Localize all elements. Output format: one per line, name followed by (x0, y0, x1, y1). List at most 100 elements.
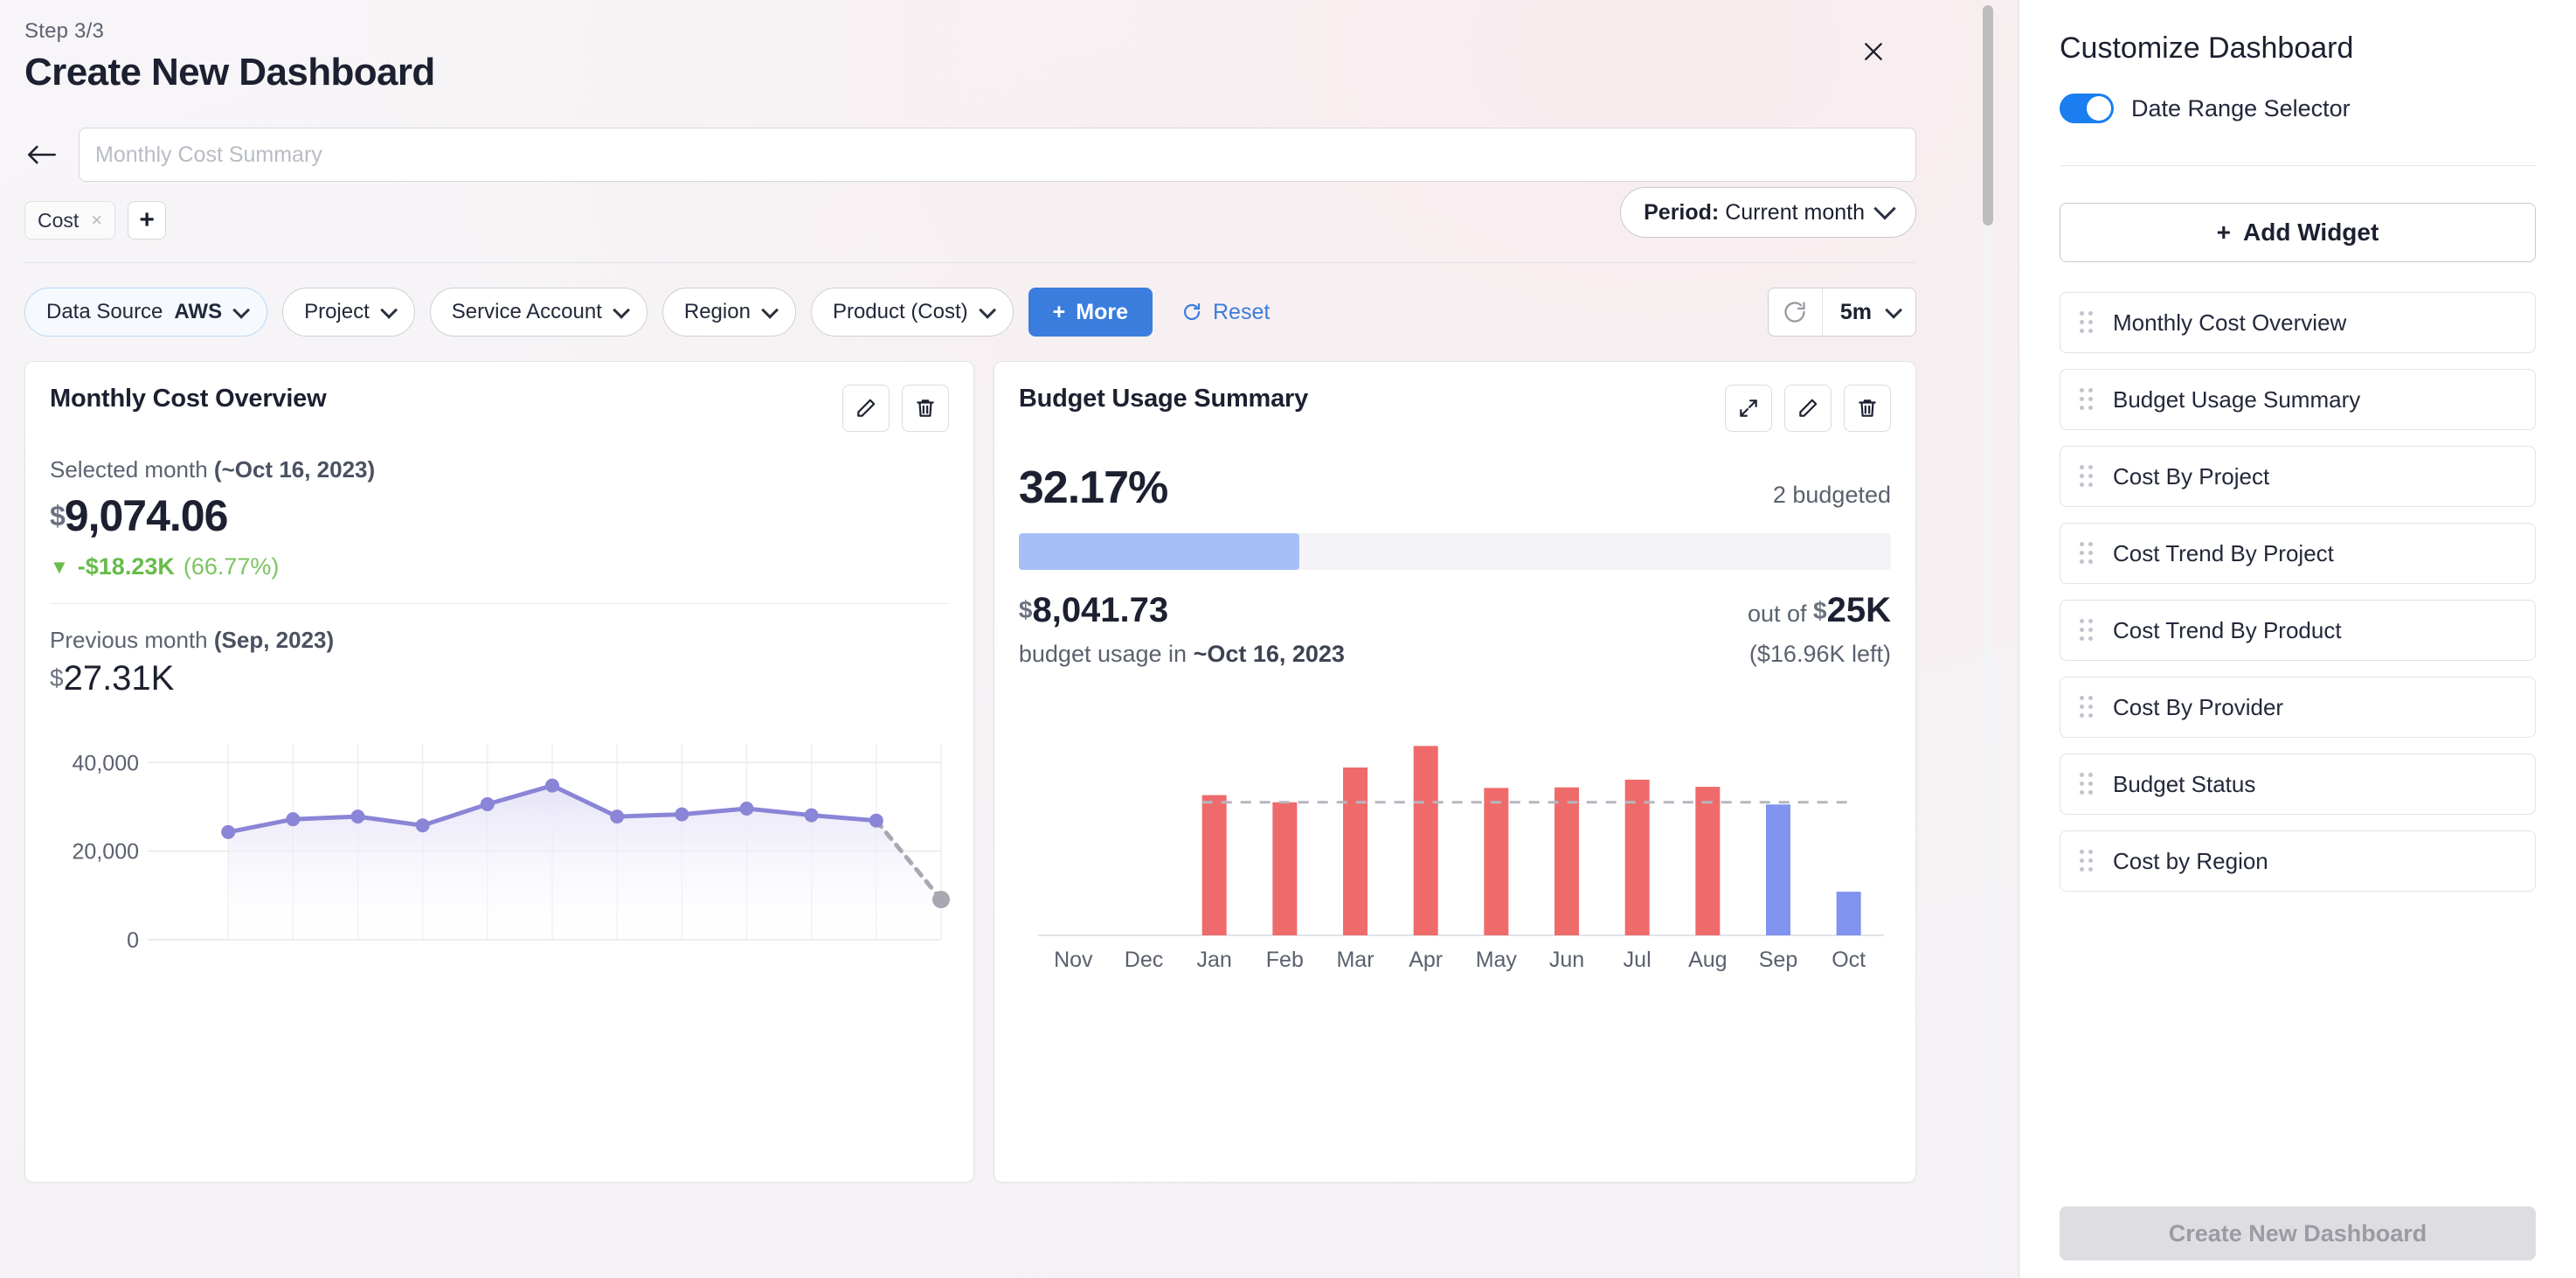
x-axis-tick-label: Jul (1624, 948, 1652, 972)
x-axis-tick-label: Dec (1125, 948, 1163, 972)
filter-data-source[interactable]: Data Source AWS (24, 288, 268, 337)
x-axis-tick-label: Jan (1196, 948, 1231, 972)
create-dashboard-main-panel: Step 3/3 Create New Dashboard Monthly Co… (0, 0, 2019, 1278)
bar[interactable] (1272, 802, 1298, 935)
y-axis-tick-label: 0 (127, 928, 139, 953)
period-selector[interactable]: Period: Current month (1620, 187, 1916, 238)
refresh-interval-value-group[interactable]: 5m (1823, 300, 1915, 325)
budget-spent: $8,041.73 (1019, 591, 1168, 630)
x-axis-tick-label: May (1476, 948, 1518, 972)
filter-product-cost[interactable]: Product (Cost) (810, 288, 1014, 337)
drag-handle-icon[interactable] (2080, 465, 2094, 488)
data-point[interactable] (545, 778, 559, 793)
forecast-data-point[interactable] (932, 891, 950, 909)
date-range-selector-row: Date Range Selector (2060, 94, 2536, 123)
expand-icon (1740, 399, 1757, 417)
usage-date: ~Oct 16, 2023 (1193, 641, 1345, 667)
dashboard-name-input[interactable] (79, 128, 1916, 182)
filter-key: Product (Cost) (832, 300, 968, 323)
chevron-down-icon (613, 301, 630, 319)
data-point[interactable] (610, 809, 625, 824)
create-new-dashboard-button[interactable]: Create New Dashboard (2060, 1206, 2536, 1261)
refresh-interval-control[interactable]: 5m (1767, 288, 1916, 337)
bar[interactable] (1695, 787, 1721, 935)
date-range-selector-toggle[interactable] (2060, 94, 2114, 123)
drag-handle-icon[interactable] (2080, 311, 2094, 334)
drag-handle-icon[interactable] (2080, 696, 2094, 719)
widget-list-item-label: Cost By Project (2113, 462, 2270, 490)
x-axis-tick-label: Nov (1054, 948, 1093, 972)
main-scrollbar[interactable] (1983, 5, 1993, 1278)
bar[interactable] (1484, 788, 1509, 935)
widget-list-item[interactable]: Budget Status (2060, 754, 2536, 815)
data-point[interactable] (350, 809, 365, 824)
bar[interactable] (1836, 892, 1861, 935)
add-widget-button[interactable]: + Add Widget (2060, 203, 2536, 262)
filter-key: Project (304, 300, 370, 323)
tag-chip-cost[interactable]: Cost × (24, 201, 116, 240)
reset-filters-button[interactable]: Reset (1181, 300, 1270, 325)
data-point[interactable] (415, 818, 430, 833)
budget-total: $25K (1813, 591, 1891, 629)
widget-list-item[interactable]: Cost Trend By Project (2060, 523, 2536, 584)
refresh-button[interactable] (1769, 288, 1823, 336)
date-range-selector-label: Date Range Selector (2131, 94, 2351, 122)
bar-chart-budget-usage: Nov Dec Jan Feb Mar Apr May Jun Jul Aug Sep Oct (1019, 710, 1891, 1003)
usage-label: budget usage in (1018, 641, 1188, 667)
chevron-down-icon (232, 301, 251, 319)
add-widget-label: Add Widget (2243, 219, 2379, 246)
bar[interactable] (1201, 795, 1227, 935)
bar[interactable] (1342, 767, 1368, 935)
data-point[interactable] (739, 802, 754, 816)
bar[interactable] (1554, 787, 1579, 935)
drag-handle-icon[interactable] (2080, 850, 2094, 872)
trash-icon (1859, 399, 1876, 417)
add-tag-button[interactable]: + (128, 201, 167, 240)
delete-widget-button[interactable] (1844, 385, 1891, 432)
customize-dashboard-sidebar: Customize Dashboard Date Range Selector … (2019, 0, 2576, 1278)
x-axis-tick-label: Sep (1759, 948, 1797, 972)
currency-symbol: $ (50, 664, 64, 691)
widget-list-item[interactable]: Monthly Cost Overview (2060, 292, 2536, 353)
data-point[interactable] (675, 807, 689, 822)
back-button[interactable] (24, 137, 59, 172)
data-point[interactable] (286, 812, 301, 827)
expand-widget-button[interactable] (1725, 385, 1772, 432)
widget-list-item[interactable]: Cost By Provider (2060, 677, 2536, 738)
widget-list-item[interactable]: Budget Usage Summary (2060, 369, 2536, 430)
close-button[interactable] (1855, 33, 1892, 70)
selected-month-amount: $9,074.06 (50, 490, 949, 541)
filter-project[interactable]: Project (282, 288, 415, 337)
edit-widget-button[interactable] (1784, 385, 1832, 432)
filter-value: AWS (174, 300, 223, 323)
card-header: Budget Usage Summary (1019, 385, 1891, 432)
filter-service-account[interactable]: Service Account (429, 288, 647, 337)
tag-remove-icon[interactable]: × (91, 209, 102, 232)
card-title: Budget Usage Summary (1018, 385, 1309, 413)
widget-list-item[interactable]: Cost by Region (2060, 830, 2536, 892)
widget-list-item[interactable]: Cost By Project (2060, 446, 2536, 507)
more-filters-button[interactable]: + More (1028, 288, 1153, 337)
data-point[interactable] (480, 796, 495, 811)
selected-month-date: (~Oct 16, 2023) (213, 456, 376, 483)
bar[interactable] (1765, 804, 1790, 935)
edit-widget-button[interactable] (841, 385, 890, 432)
bar[interactable] (1413, 746, 1438, 935)
drag-handle-icon[interactable] (2080, 773, 2094, 795)
delete-widget-button[interactable] (901, 385, 949, 432)
filter-region[interactable]: Region (661, 288, 796, 337)
selected-month-text: Selected month (50, 456, 208, 483)
widget-grid: Monthly Cost Overview Selected month (~O… (24, 361, 1995, 1183)
scrollbar-thumb[interactable] (1983, 5, 1993, 226)
data-point[interactable] (869, 813, 883, 828)
drag-handle-icon[interactable] (2080, 388, 2094, 411)
budget-progress-bar (1018, 533, 1891, 570)
data-point[interactable] (804, 808, 819, 823)
drag-handle-icon[interactable] (2080, 542, 2094, 565)
data-point[interactable] (221, 824, 236, 839)
widget-list-item[interactable]: Cost Trend By Product (2060, 600, 2536, 661)
drag-handle-icon[interactable] (2080, 619, 2094, 642)
card-header: Monthly Cost Overview (50, 385, 949, 432)
refresh-ccw-icon (1183, 302, 1201, 321)
previous-month-label: Previous month (Sep, 2023) (50, 627, 949, 654)
